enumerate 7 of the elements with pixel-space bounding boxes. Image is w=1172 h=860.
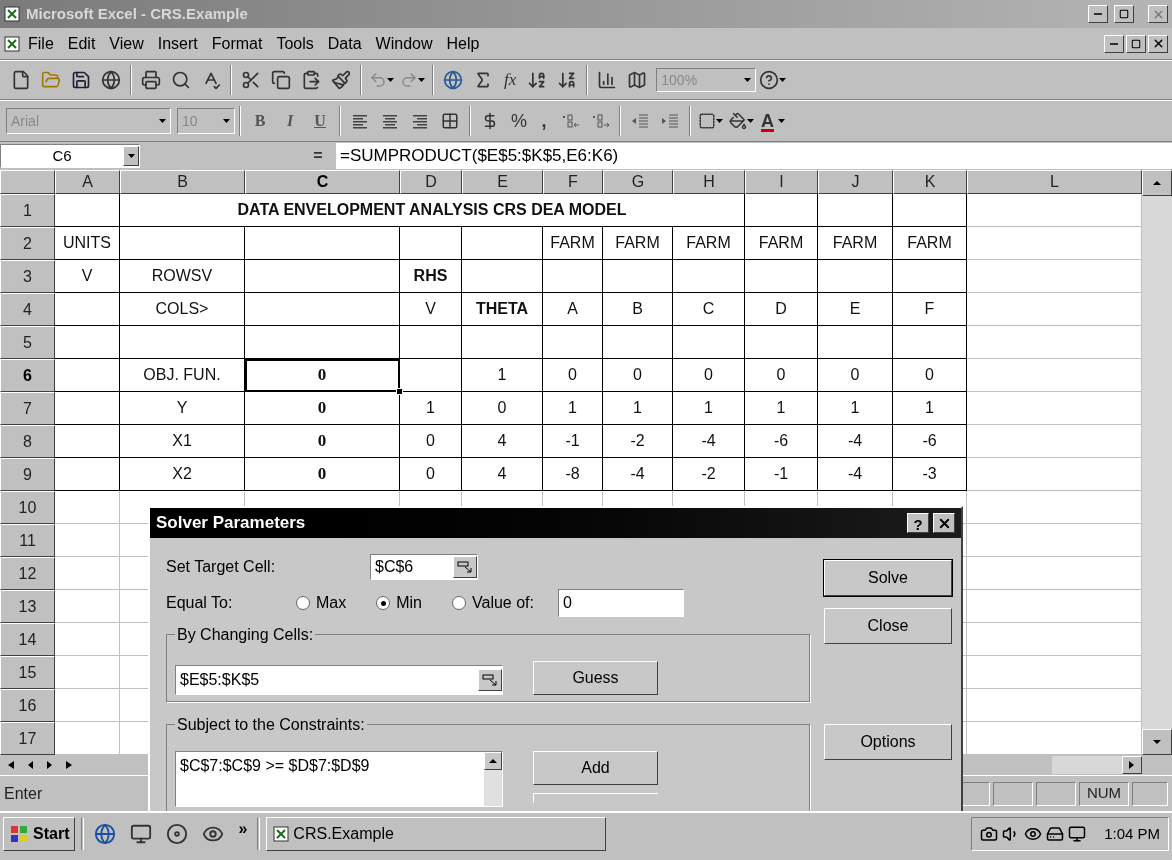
clock: 1:04 PM: [1104, 823, 1160, 844]
target-cell-label: Set Target Cell:: [166, 557, 277, 577]
dialog-title: Solver Parameters: [156, 512, 307, 535]
status-mode: Enter: [4, 783, 44, 804]
window-title: Microsoft Excel - CRS.Example: [26, 3, 249, 24]
equal-to-label: Equal To:: [166, 593, 234, 613]
status-indicator: NUM: [1079, 781, 1129, 806]
